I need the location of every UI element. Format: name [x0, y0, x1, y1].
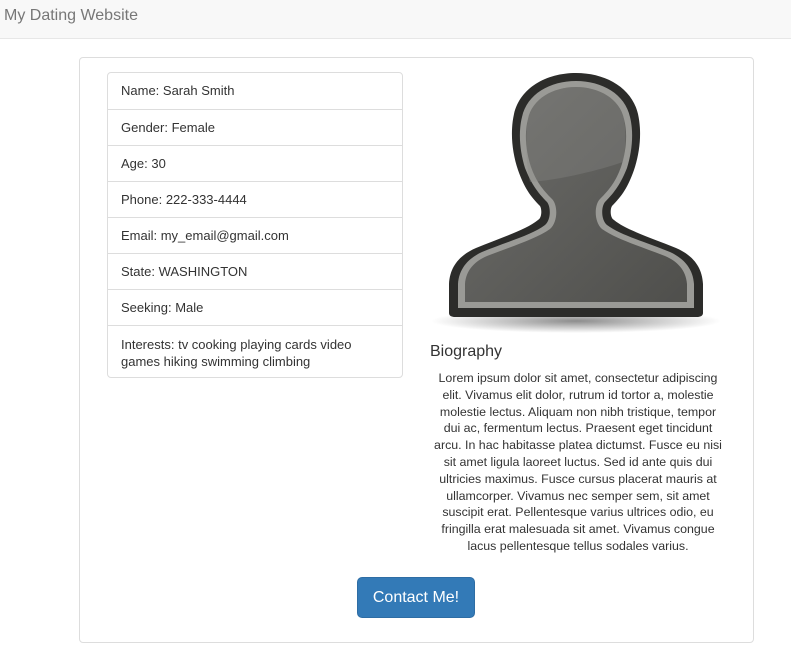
biography-title: Biography	[430, 343, 503, 360]
brand-link[interactable]: My Dating Website	[4, 7, 138, 25]
user-silhouette-icon	[430, 70, 726, 338]
profile-field-state: State: WASHINGTON	[108, 253, 402, 289]
profile-field-age: Age: 30	[108, 145, 402, 181]
profile-field-seeking: Seeking: Male	[108, 289, 402, 325]
biography-text: Lorem ipsum dolor sit amet, consectetur …	[434, 371, 722, 553]
contact-me-button[interactable]: Contact Me!	[357, 577, 475, 618]
profile-info-list: Name: Sarah Smith Gender: Female Age: 30…	[107, 72, 403, 378]
profile-field-gender: Gender: Female	[108, 109, 402, 145]
profile-field-email: Email: my_email@gmail.com	[108, 217, 402, 253]
navbar: My Dating Website	[0, 0, 791, 39]
profile-field-interests: Interests: tv cooking playing cards vide…	[108, 325, 402, 377]
profile-field-phone: Phone: 222-333-4444	[108, 181, 402, 217]
profile-field-name: Name: Sarah Smith	[121, 83, 235, 98]
